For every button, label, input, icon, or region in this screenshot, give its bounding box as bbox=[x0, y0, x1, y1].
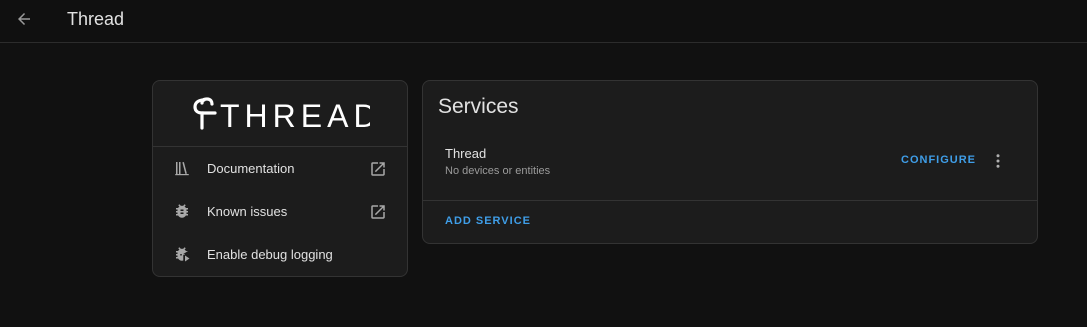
overflow-menu-button[interactable] bbox=[989, 151, 1007, 171]
open-in-new-icon bbox=[371, 162, 385, 176]
thread-logo: THREAD bbox=[153, 81, 407, 147]
add-service-button[interactable]: ADD SERVICE bbox=[445, 215, 531, 227]
integration-info-card: THREAD Documentation Known issues Enable… bbox=[152, 80, 408, 277]
svg-text:THREAD: THREAD bbox=[220, 98, 370, 134]
arrow-left-icon bbox=[18, 13, 30, 25]
bug-play-icon bbox=[173, 245, 191, 263]
top-app-bar: Thread bbox=[0, 0, 1087, 43]
service-name: Thread bbox=[445, 146, 487, 161]
back-button[interactable] bbox=[11, 7, 37, 31]
book-shelf-icon bbox=[173, 159, 191, 177]
thread-logo-icon: THREAD bbox=[193, 96, 370, 134]
known-issues-label: Known issues bbox=[207, 204, 288, 219]
services-title: Services bbox=[438, 95, 519, 118]
divider bbox=[423, 200, 1037, 201]
configure-button[interactable]: CONFIGURE bbox=[901, 154, 976, 166]
page-title: Thread bbox=[67, 9, 125, 29]
documentation-label: Documentation bbox=[207, 161, 295, 176]
bug-icon bbox=[173, 202, 191, 220]
open-in-new-icon bbox=[371, 205, 385, 219]
service-subtitle: No devices or entities bbox=[445, 165, 551, 177]
more-vertical-icon bbox=[996, 154, 1000, 168]
enable-debug-logging-label: Enable debug logging bbox=[207, 247, 333, 262]
enable-debug-logging-item[interactable]: Enable debug logging bbox=[153, 233, 407, 276]
documentation-link[interactable]: Documentation bbox=[153, 147, 407, 190]
services-card: Services Thread No devices or entities C… bbox=[422, 80, 1038, 244]
known-issues-link[interactable]: Known issues bbox=[153, 190, 407, 233]
